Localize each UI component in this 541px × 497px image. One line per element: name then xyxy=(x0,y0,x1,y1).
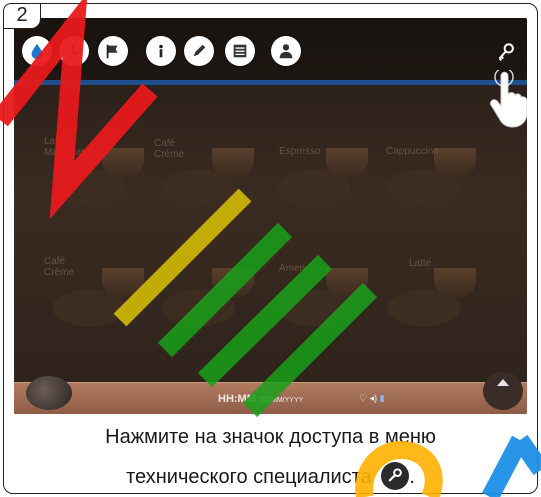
clock-display: HH:MM DD/MM/YYYY xyxy=(218,393,303,405)
user-icon[interactable] xyxy=(271,36,301,66)
drink-label: Latte xyxy=(409,258,432,269)
info-icon[interactable] xyxy=(146,36,176,66)
water-drop-icon[interactable] xyxy=(22,36,52,66)
toolbar-divider xyxy=(14,80,527,85)
drink-label: Espresso xyxy=(279,146,321,157)
key-icon[interactable] xyxy=(491,38,521,68)
instruction-text-line1: Нажмите на значок доступа в меню xyxy=(105,426,436,448)
sound-icon: ◂) xyxy=(369,393,378,403)
list-icon[interactable] xyxy=(225,36,255,66)
instruction-text-line2: технического специалиста . xyxy=(0,462,541,490)
date-text: DD/MM/YYYY xyxy=(258,397,304,404)
instruction-period: . xyxy=(409,466,415,488)
drink-cup[interactable] xyxy=(434,148,476,178)
machine-screen: Latte Macchiato Café Crème Espresso Capp… xyxy=(14,18,527,414)
chevron-up-icon xyxy=(497,379,509,386)
scroll-up-button[interactable] xyxy=(483,372,523,410)
status-icons: ♡ ◂) ▮ xyxy=(359,393,385,404)
drink-cup[interactable] xyxy=(212,148,254,178)
clock-icon[interactable] xyxy=(59,36,89,66)
drink-label: Cappuccino xyxy=(386,146,439,157)
step-number-badge: 2 xyxy=(3,3,41,29)
drink-cup[interactable] xyxy=(326,268,368,298)
drink-cup[interactable] xyxy=(212,268,254,298)
drink-cup[interactable] xyxy=(326,148,368,178)
drink-label: Americano xyxy=(279,263,327,274)
status-bar: HH:MM DD/MM/YYYY ♡ ◂) ▮ xyxy=(14,372,527,414)
drink-cup[interactable] xyxy=(102,268,144,298)
cup-status-icon: ▮ xyxy=(379,393,385,403)
left-round-button[interactable] xyxy=(26,376,72,410)
pointing-hand-icon xyxy=(490,70,527,128)
drink-cup[interactable] xyxy=(102,148,144,178)
drink-label: Café Crème xyxy=(154,138,185,160)
drink-label: Latte Macchiato xyxy=(44,136,90,158)
time-text: HH:MM xyxy=(218,393,256,405)
drink-label: Café Crème xyxy=(44,256,75,278)
pencil-icon[interactable] xyxy=(184,36,214,66)
key-icon-inline xyxy=(381,462,410,490)
drink-cup[interactable] xyxy=(434,268,476,298)
heart-icon: ♡ xyxy=(359,393,368,403)
flag-icon[interactable] xyxy=(98,36,128,66)
instruction-text: технического специалиста xyxy=(126,466,372,488)
